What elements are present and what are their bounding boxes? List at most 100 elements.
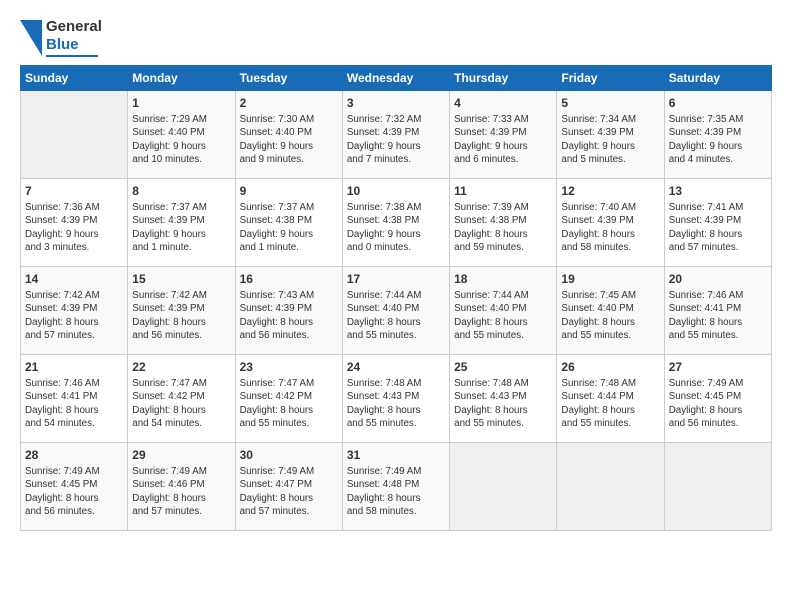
day-detail: Sunrise: 7:37 AM Sunset: 4:38 PM Dayligh… [240,201,338,254]
day-detail: Sunrise: 7:49 AM Sunset: 4:48 PM Dayligh… [347,465,445,518]
day-detail: Sunrise: 7:44 AM Sunset: 4:40 PM Dayligh… [454,289,552,342]
day-number: 23 [240,359,338,375]
weekday-header-friday: Friday [557,66,664,91]
calendar-cell: 13 Sunrise: 7:41 AM Sunset: 4:39 PM Dayli… [664,179,771,267]
day-detail: Sunrise: 7:36 AM Sunset: 4:39 PM Dayligh… [25,201,123,254]
calendar-cell: 22Sunrise: 7:47 AM Sunset: 4:42 PM Dayli… [128,355,235,443]
calendar-cell: 9 Sunrise: 7:37 AM Sunset: 4:38 PM Daylig… [235,179,342,267]
day-number: 15 [132,271,230,287]
calendar-cell: 27Sunrise: 7:49 AM Sunset: 4:45 PM Dayli… [664,355,771,443]
calendar-cell [450,443,557,531]
day-detail: Sunrise: 7:48 AM Sunset: 4:44 PM Dayligh… [561,377,659,430]
calendar-cell: 2Sunrise: 7:30 AM Sunset: 4:40 PM Daylig… [235,91,342,179]
calendar-cell [21,91,128,179]
day-number: 8 [132,183,230,199]
day-detail: Sunrise: 7:46 AM Sunset: 4:41 PM Dayligh… [669,289,767,342]
day-number: 10 [347,183,445,199]
logo-underline [46,55,98,57]
logo-triangle-icon [20,20,42,56]
day-detail: Sunrise: 7:49 AM Sunset: 4:45 PM Dayligh… [25,465,123,518]
day-detail: Sunrise: 7:30 AM Sunset: 4:40 PM Dayligh… [240,113,338,166]
calendar-cell: 10 Sunrise: 7:38 AM Sunset: 4:38 PM Dayli… [342,179,449,267]
day-detail: Sunrise: 7:47 AM Sunset: 4:42 PM Dayligh… [240,377,338,430]
logo-general: General [46,18,102,36]
day-number: 30 [240,447,338,463]
logo: General Blue [20,18,102,57]
calendar-cell: 11 Sunrise: 7:39 AM Sunset: 4:38 PM Dayli… [450,179,557,267]
calendar-cell: 31 Sunrise: 7:49 AM Sunset: 4:48 PM Dayli… [342,443,449,531]
day-number: 13 [669,183,767,199]
day-number: 5 [561,95,659,111]
day-detail: Sunrise: 7:39 AM Sunset: 4:38 PM Dayligh… [454,201,552,254]
calendar-cell: 26 Sunrise: 7:48 AM Sunset: 4:44 PM Dayli… [557,355,664,443]
calendar-table: SundayMondayTuesdayWednesdayThursdayFrid… [20,65,772,531]
day-number: 25 [454,359,552,375]
day-number: 1 [132,95,230,111]
day-number: 19 [561,271,659,287]
day-number: 18 [454,271,552,287]
calendar-cell [664,443,771,531]
calendar-cell: 29Sunrise: 7:49 AM Sunset: 4:46 PM Dayli… [128,443,235,531]
calendar-cell: 1 Sunrise: 7:29 AM Sunset: 4:40 PM Daylig… [128,91,235,179]
day-detail: Sunrise: 7:42 AM Sunset: 4:39 PM Dayligh… [132,289,230,342]
weekday-header-tuesday: Tuesday [235,66,342,91]
weekday-header-sunday: Sunday [21,66,128,91]
day-detail: Sunrise: 7:47 AM Sunset: 4:42 PM Dayligh… [132,377,230,430]
calendar-cell [557,443,664,531]
calendar-cell: 4 Sunrise: 7:33 AM Sunset: 4:39 PM Daylig… [450,91,557,179]
calendar-cell: 23 Sunrise: 7:47 AM Sunset: 4:42 PM Dayli… [235,355,342,443]
day-number: 28 [25,447,123,463]
day-detail: Sunrise: 7:33 AM Sunset: 4:39 PM Dayligh… [454,113,552,166]
day-number: 20 [669,271,767,287]
calendar-cell: 5 Sunrise: 7:34 AM Sunset: 4:39 PM Daylig… [557,91,664,179]
weekday-header-thursday: Thursday [450,66,557,91]
calendar-cell: 15 Sunrise: 7:42 AM Sunset: 4:39 PM Dayli… [128,267,235,355]
calendar-cell: 16 Sunrise: 7:43 AM Sunset: 4:39 PM Dayli… [235,267,342,355]
day-detail: Sunrise: 7:40 AM Sunset: 4:39 PM Dayligh… [561,201,659,254]
day-number: 3 [347,95,445,111]
day-detail: Sunrise: 7:45 AM Sunset: 4:40 PM Dayligh… [561,289,659,342]
day-detail: Sunrise: 7:34 AM Sunset: 4:39 PM Dayligh… [561,113,659,166]
weekday-header-monday: Monday [128,66,235,91]
calendar-cell: 7 Sunrise: 7:36 AM Sunset: 4:39 PM Daylig… [21,179,128,267]
day-number: 6 [669,95,767,111]
calendar-cell: 24 Sunrise: 7:48 AM Sunset: 4:43 PM Dayli… [342,355,449,443]
calendar-cell: 25 Sunrise: 7:48 AM Sunset: 4:43 PM Dayli… [450,355,557,443]
weekday-header-saturday: Saturday [664,66,771,91]
calendar-cell: 30 Sunrise: 7:49 AM Sunset: 4:47 PM Dayli… [235,443,342,531]
day-detail: Sunrise: 7:49 AM Sunset: 4:47 PM Dayligh… [240,465,338,518]
day-number: 11 [454,183,552,199]
logo-blue: Blue [46,36,102,54]
day-number: 24 [347,359,445,375]
calendar-cell: 21Sunrise: 7:46 AM Sunset: 4:41 PM Dayli… [21,355,128,443]
day-detail: Sunrise: 7:42 AM Sunset: 4:39 PM Dayligh… [25,289,123,342]
day-detail: Sunrise: 7:29 AM Sunset: 4:40 PM Dayligh… [132,113,230,166]
calendar-cell: 6 Sunrise: 7:35 AM Sunset: 4:39 PM Daylig… [664,91,771,179]
day-detail: Sunrise: 7:35 AM Sunset: 4:39 PM Dayligh… [669,113,767,166]
day-number: 12 [561,183,659,199]
day-number: 17 [347,271,445,287]
day-detail: Sunrise: 7:44 AM Sunset: 4:40 PM Dayligh… [347,289,445,342]
day-number: 26 [561,359,659,375]
day-number: 4 [454,95,552,111]
day-number: 9 [240,183,338,199]
day-detail: Sunrise: 7:32 AM Sunset: 4:39 PM Dayligh… [347,113,445,166]
day-number: 31 [347,447,445,463]
calendar-cell: 20 Sunrise: 7:46 AM Sunset: 4:41 PM Dayli… [664,267,771,355]
calendar-cell: 28 Sunrise: 7:49 AM Sunset: 4:45 PM Dayli… [21,443,128,531]
day-detail: Sunrise: 7:46 AM Sunset: 4:41 PM Dayligh… [25,377,123,430]
day-detail: Sunrise: 7:48 AM Sunset: 4:43 PM Dayligh… [347,377,445,430]
day-number: 14 [25,271,123,287]
day-number: 7 [25,183,123,199]
calendar-cell: 18 Sunrise: 7:44 AM Sunset: 4:40 PM Dayli… [450,267,557,355]
day-number: 27 [669,359,767,375]
day-number: 16 [240,271,338,287]
day-detail: Sunrise: 7:43 AM Sunset: 4:39 PM Dayligh… [240,289,338,342]
calendar-cell: 14 Sunrise: 7:42 AM Sunset: 4:39 PM Dayli… [21,267,128,355]
page-header: General Blue [20,18,772,57]
calendar-cell: 8Sunrise: 7:37 AM Sunset: 4:39 PM Daylig… [128,179,235,267]
day-detail: Sunrise: 7:48 AM Sunset: 4:43 PM Dayligh… [454,377,552,430]
day-detail: Sunrise: 7:41 AM Sunset: 4:39 PM Dayligh… [669,201,767,254]
weekday-header-wednesday: Wednesday [342,66,449,91]
day-detail: Sunrise: 7:38 AM Sunset: 4:38 PM Dayligh… [347,201,445,254]
